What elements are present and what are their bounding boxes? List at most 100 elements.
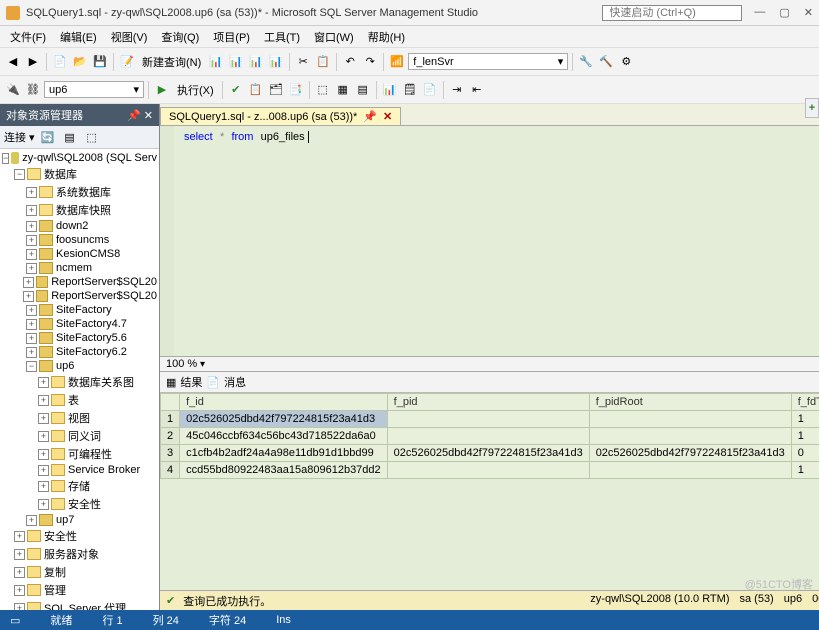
tree-node[interactable]: +ReportServer$SQL20 <box>2 275 157 289</box>
toggle-icon[interactable]: + <box>23 291 33 302</box>
tool1-icon[interactable]: 🔧 <box>577 53 595 71</box>
tree-node[interactable]: +数据库关系图 <box>2 373 157 391</box>
toggle-icon[interactable]: + <box>26 221 37 232</box>
copy-icon[interactable]: 📋 <box>314 53 332 71</box>
object-tree[interactable]: −zy-qwl\SQL2008 (SQL Serv−数据库+系统数据库+数据库快… <box>0 149 159 610</box>
tree-node[interactable]: +视图 <box>2 409 157 427</box>
tree-node[interactable]: +SiteFactory5.6 <box>2 331 157 345</box>
opt1-icon[interactable]: 📑 <box>287 81 305 99</box>
tab-messages[interactable]: 消息 <box>224 374 246 390</box>
tree-node[interactable]: +管理 <box>2 581 157 599</box>
tree-node[interactable]: +同义词 <box>2 427 157 445</box>
execute-icon[interactable]: ▶ <box>153 81 171 99</box>
connect-icon[interactable]: 🔌 <box>4 81 22 99</box>
close-button[interactable]: ✕ <box>804 6 813 19</box>
cut-icon[interactable]: ✂ <box>294 53 312 71</box>
tab-pin-icon[interactable]: 📌 <box>363 110 377 123</box>
add-panel-icon[interactable]: + <box>805 98 819 118</box>
toggle-icon[interactable]: + <box>38 449 49 460</box>
toggle-icon[interactable]: + <box>38 465 49 476</box>
tab-results[interactable]: 结果 <box>180 374 202 390</box>
open-icon[interactable]: 📂 <box>71 53 89 71</box>
tree-node[interactable]: −zy-qwl\SQL2008 (SQL Serv <box>2 151 157 165</box>
indent-icon[interactable]: ⇥ <box>448 81 466 99</box>
opt7-icon[interactable]: 📄 <box>421 81 439 99</box>
maximize-button[interactable]: ▢ <box>779 6 789 19</box>
tree-node[interactable]: +可编程性 <box>2 445 157 463</box>
tree-node[interactable]: +安全性 <box>2 495 157 513</box>
toggle-icon[interactable]: + <box>23 277 33 288</box>
outdent-icon[interactable]: ⇤ <box>468 81 486 99</box>
menu-view[interactable]: 视图(V) <box>105 27 154 47</box>
tree-node[interactable]: +foosuncms <box>2 233 157 247</box>
menu-edit[interactable]: 编辑(E) <box>54 27 103 47</box>
disconnect-icon[interactable]: ⛓ <box>24 81 42 99</box>
toggle-icon[interactable]: + <box>14 567 25 578</box>
tree-node[interactable]: −up6 <box>2 359 157 373</box>
tree-node[interactable]: +SiteFactory6.2 <box>2 345 157 359</box>
results-grid[interactable]: f_idf_pidf_pidRootf_fdTaskf_fdCh102c5260… <box>160 393 819 590</box>
tool2-icon[interactable]: 🔨 <box>597 53 615 71</box>
tree-node[interactable]: +服务器对象 <box>2 545 157 563</box>
column-header[interactable]: f_id <box>180 394 388 411</box>
db3-icon[interactable]: 📊 <box>247 53 265 71</box>
refresh-icon[interactable]: 🔄 <box>39 128 57 146</box>
zoom-combo[interactable]: 100 % ▾ <box>160 356 819 371</box>
toggle-icon[interactable]: + <box>38 413 49 424</box>
menu-query[interactable]: 查询(Q) <box>155 27 205 47</box>
pin-icon[interactable]: 📌 <box>127 110 141 122</box>
toggle-icon[interactable]: + <box>26 205 37 216</box>
table-row[interactable]: 4ccd55bd80922483aa15a809612b37dd210 <box>161 462 819 479</box>
opt6-icon[interactable]: 🗒 <box>401 81 419 99</box>
tree-node[interactable]: +Service Broker <box>2 463 157 477</box>
new-query-button[interactable]: 新建查询(N) <box>138 52 205 72</box>
toggle-icon[interactable]: + <box>38 377 49 388</box>
menu-tools[interactable]: 工具(T) <box>258 27 306 47</box>
back-icon[interactable]: ◀ <box>4 53 22 71</box>
toggle-icon[interactable]: + <box>38 431 49 442</box>
database-combo[interactable]: up6▾ <box>44 81 144 98</box>
minimize-button[interactable]: — <box>754 6 765 19</box>
tree-node[interactable]: +ReportServer$SQL20 <box>2 289 157 303</box>
toggle-icon[interactable]: + <box>26 515 37 526</box>
tree-node[interactable]: +ncmem <box>2 261 157 275</box>
filter-icon[interactable]: ▤ <box>61 128 79 146</box>
toggle-icon[interactable]: + <box>14 603 25 611</box>
toggle-icon[interactable]: − <box>14 169 25 180</box>
table-row[interactable]: 102c526025dbd42f797224815f23a41d310 <box>161 411 819 428</box>
new-file-icon[interactable]: 📄 <box>51 53 69 71</box>
toggle-icon[interactable]: − <box>2 153 9 164</box>
execute-button[interactable]: 执行(X) <box>173 80 218 100</box>
tree-node[interactable]: +SiteFactory4.7 <box>2 317 157 331</box>
db-icon[interactable]: 📊 <box>207 53 225 71</box>
menu-file[interactable]: 文件(F) <box>4 27 52 47</box>
toggle-icon[interactable]: + <box>26 347 37 358</box>
editor-tab[interactable]: SQLQuery1.sql - z...008.up6 (sa (53))* 📌… <box>160 107 401 125</box>
check-icon[interactable]: ✔ <box>227 81 245 99</box>
sql-editor[interactable]: select * from up6_files <box>160 126 819 356</box>
tree-node[interactable]: +表 <box>2 391 157 409</box>
table-row[interactable]: 3c1cfb4b2adf24a4a98e11db91d1bbd9902c5260… <box>161 445 819 462</box>
column-header[interactable]: f_pid <box>387 394 589 411</box>
tool3-icon[interactable]: ⚙ <box>617 53 635 71</box>
tree-node[interactable]: +KesionCMS8 <box>2 247 157 261</box>
activity-icon[interactable]: 📶 <box>388 53 406 71</box>
toggle-icon[interactable]: + <box>26 333 37 344</box>
forward-icon[interactable]: ▶ <box>24 53 42 71</box>
tree-node[interactable]: +系统数据库 <box>2 183 157 201</box>
menu-help[interactable]: 帮助(H) <box>362 27 411 47</box>
schema-combo[interactable]: f_lenSvr▾ <box>408 53 568 70</box>
toggle-icon[interactable]: + <box>26 319 37 330</box>
column-header[interactable]: f_pidRoot <box>589 394 791 411</box>
tree-node[interactable]: +up7 <box>2 513 157 527</box>
toggle-icon[interactable]: + <box>38 481 49 492</box>
new-query-icon[interactable]: 📝 <box>118 53 136 71</box>
save-icon[interactable]: 💾 <box>91 53 109 71</box>
opt4-icon[interactable]: ▤ <box>354 81 372 99</box>
toggle-icon[interactable]: + <box>26 187 37 198</box>
opt2-icon[interactable]: ⬚ <box>314 81 332 99</box>
redo-icon[interactable]: ↷ <box>361 53 379 71</box>
toggle-icon[interactable]: − <box>26 361 37 372</box>
parse-icon[interactable]: 📋 <box>247 81 265 99</box>
menu-window[interactable]: 窗口(W) <box>308 27 360 47</box>
